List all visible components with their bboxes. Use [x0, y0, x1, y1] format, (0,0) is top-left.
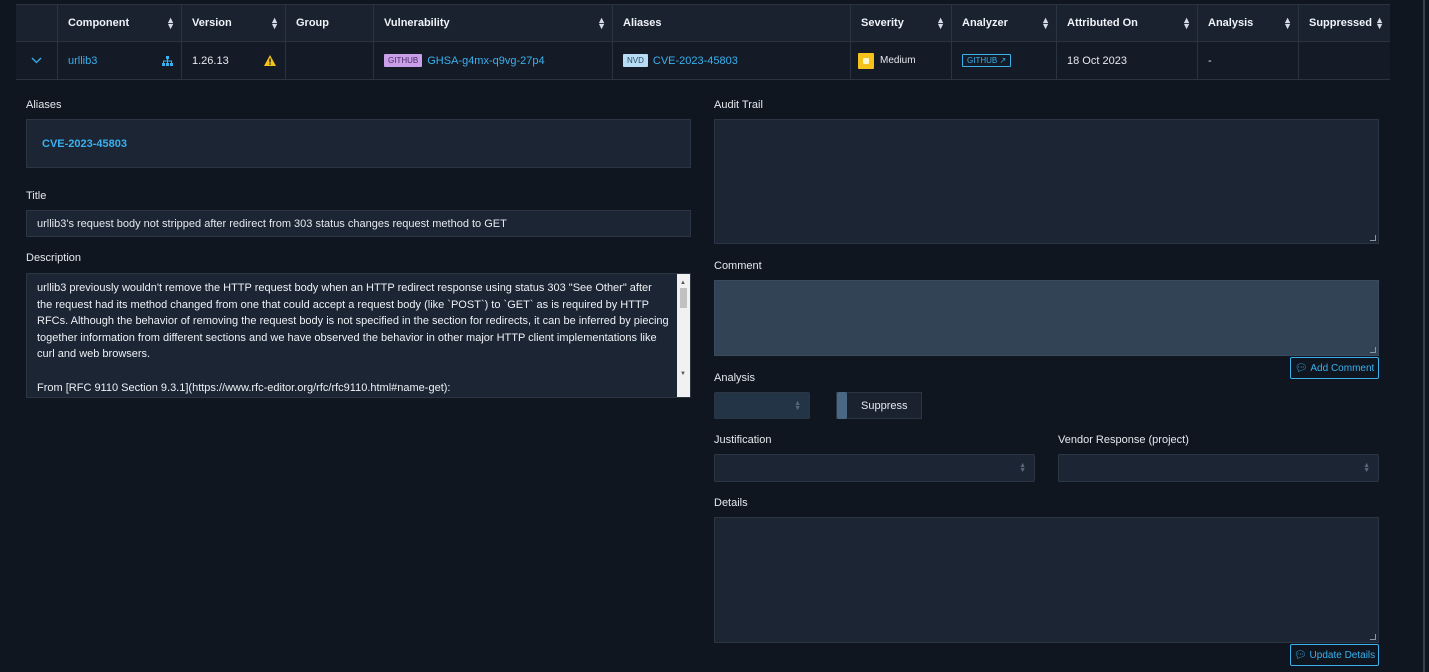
title-field[interactable]: urllib3's request body not stripped afte… [26, 210, 691, 237]
severity-icon [858, 52, 874, 69]
description-scrollbar[interactable]: ▲ ▼ [677, 274, 690, 397]
comment-label: Comment [714, 260, 762, 272]
resize-handle-icon[interactable] [1370, 347, 1376, 353]
header-label: Attributed On [1067, 17, 1138, 29]
header-label: Vulnerability [384, 17, 450, 29]
warning-icon [264, 55, 276, 66]
select-arrows-icon: ▲ ▼ [1363, 462, 1370, 474]
version-text: 1.26.13 [192, 54, 229, 67]
alias-link[interactable]: CVE-2023-45803 [653, 55, 738, 67]
cell-component: urllib3 [58, 42, 182, 79]
cell-aliases: NVD CVE-2023-45803 [613, 42, 851, 79]
header-severity[interactable]: Severity ▲ ▼ [851, 5, 952, 41]
header-label: Suppressed [1309, 17, 1372, 29]
table-header: Component ▲ ▼ Version ▲ ▼ Group Vulnerabil… [16, 4, 1390, 42]
sort-icon[interactable]: ▲ ▼ [270, 16, 279, 31]
cell-severity: Medium [851, 42, 952, 79]
header-expand [16, 5, 58, 41]
audit-trail-textarea[interactable] [714, 119, 1379, 244]
component-link[interactable]: urllib3 [68, 55, 97, 67]
aliases-label: Aliases [26, 99, 62, 111]
sort-icon[interactable]: ▲ ▼ [1041, 16, 1050, 31]
header-label: Group [296, 17, 329, 29]
comment-textarea[interactable] [714, 280, 1379, 356]
resize-handle-icon[interactable] [1370, 634, 1376, 640]
description-paragraph: urllib3 previously wouldn't remove the H… [37, 282, 669, 361]
analysis-text: - [1208, 54, 1212, 67]
description-paragraph: From [RFC 9110 Section 9.3.1](https://ww… [37, 381, 451, 394]
justification-select[interactable]: ▲ ▼ [714, 454, 1035, 482]
cell-suppressed [1299, 42, 1390, 79]
add-comment-label: Add Comment [1310, 362, 1375, 374]
sort-icon[interactable]: ▲ ▼ [166, 16, 175, 31]
cell-analysis: - [1198, 42, 1299, 79]
sort-icon[interactable]: ▲ ▼ [1182, 16, 1191, 31]
suppress-toggle[interactable]: Suppress [836, 392, 922, 419]
header-label: Analysis [1208, 17, 1254, 29]
justification-label: Justification [714, 434, 772, 446]
title-value: urllib3's request body not stripped afte… [37, 218, 507, 230]
suppress-switch[interactable] [837, 392, 847, 419]
scroll-thumb[interactable] [680, 288, 687, 308]
header-label: Aliases [623, 17, 662, 29]
title-label: Title [26, 190, 47, 202]
cell-attributed-on: 18 Oct 2023 [1057, 42, 1198, 79]
alias-source-badge: NVD [623, 54, 648, 67]
resize-handle-icon[interactable] [1370, 235, 1376, 241]
header-aliases[interactable]: Aliases [613, 5, 851, 41]
header-label: Severity [861, 17, 904, 29]
header-label: Version [192, 17, 232, 29]
comment-icon: 💬︎ [1294, 362, 1308, 374]
vulnerability-link[interactable]: GHSA-g4mx-q9vg-27p4 [427, 55, 544, 67]
cell-vulnerability: GITHUB GHSA-g4mx-q9vg-27p4 [374, 42, 613, 79]
header-suppressed[interactable]: Suppressed ▲ ▼ [1299, 5, 1390, 41]
dependency-graph-icon[interactable] [162, 56, 173, 66]
update-details-label: Update Details [1309, 649, 1376, 661]
scroll-down-icon[interactable]: ▼ [680, 366, 686, 383]
sort-icon[interactable]: ▲ ▼ [936, 16, 945, 31]
cell-version: 1.26.13 [182, 42, 286, 79]
cell-group [286, 42, 374, 79]
chevron-down-icon[interactable] [31, 57, 42, 64]
aliases-panel: CVE-2023-45803 [26, 119, 691, 168]
severity-text: Medium [880, 55, 916, 66]
table-row[interactable]: urllib3 1.26.13 GITHUB GHSA-g4mx-q9vg-27… [16, 42, 1390, 80]
select-arrows-icon: ▲ ▼ [794, 399, 801, 412]
external-link-icon: ↗ [997, 56, 1007, 65]
header-vulnerability[interactable]: Vulnerability ▲ ▼ [374, 5, 613, 41]
description-textarea[interactable]: urllib3 previously wouldn't remove the H… [26, 273, 691, 398]
header-group[interactable]: Group [286, 5, 374, 41]
sort-icon[interactable]: ▲ ▼ [1283, 16, 1292, 31]
attributed-date: 18 Oct 2023 [1067, 54, 1127, 67]
header-analysis[interactable]: Analysis ▲ ▼ [1198, 5, 1299, 41]
vendor-response-select[interactable]: ▲ ▼ [1058, 454, 1379, 482]
comment-icon: 💬︎ [1293, 649, 1307, 661]
vendor-response-label: Vendor Response (project) [1058, 434, 1189, 446]
analysis-label: Analysis [714, 372, 755, 384]
update-details-button[interactable]: 💬︎ Update Details [1290, 644, 1379, 666]
add-comment-button[interactable]: 💬︎ Add Comment [1290, 357, 1379, 379]
header-attributed-on[interactable]: Attributed On ▲ ▼ [1057, 5, 1198, 41]
details-textarea[interactable] [714, 517, 1379, 643]
sort-icon[interactable]: ▲ ▼ [1375, 16, 1384, 31]
analyzer-label: GITHUB [967, 56, 998, 65]
analysis-select[interactable]: ▲ ▼ [714, 392, 810, 419]
header-label: Analyzer [962, 17, 1008, 29]
alias-chip-link[interactable]: CVE-2023-45803 [42, 138, 127, 150]
expand-toggle[interactable] [16, 42, 58, 79]
details-label: Details [714, 497, 748, 509]
analyzer-link[interactable]: GITHUB ↗ [962, 54, 1012, 67]
header-component[interactable]: Component ▲ ▼ [58, 5, 182, 41]
cell-analyzer: GITHUB ↗ [952, 42, 1057, 79]
suppress-label: Suppress [861, 399, 908, 412]
audit-trail-label: Audit Trail [714, 99, 763, 111]
sort-icon[interactable]: ▲ ▼ [597, 16, 606, 31]
vulnerability-audit-view: Component ▲ ▼ Version ▲ ▼ Group Vulnerabil… [16, 0, 1425, 672]
header-analyzer[interactable]: Analyzer ▲ ▼ [952, 5, 1057, 41]
select-arrows-icon: ▲ ▼ [1019, 462, 1026, 474]
description-label: Description [26, 252, 82, 264]
header-label: Component [68, 17, 130, 29]
vuln-source-badge: GITHUB [384, 54, 423, 67]
header-version[interactable]: Version ▲ ▼ [182, 5, 286, 41]
